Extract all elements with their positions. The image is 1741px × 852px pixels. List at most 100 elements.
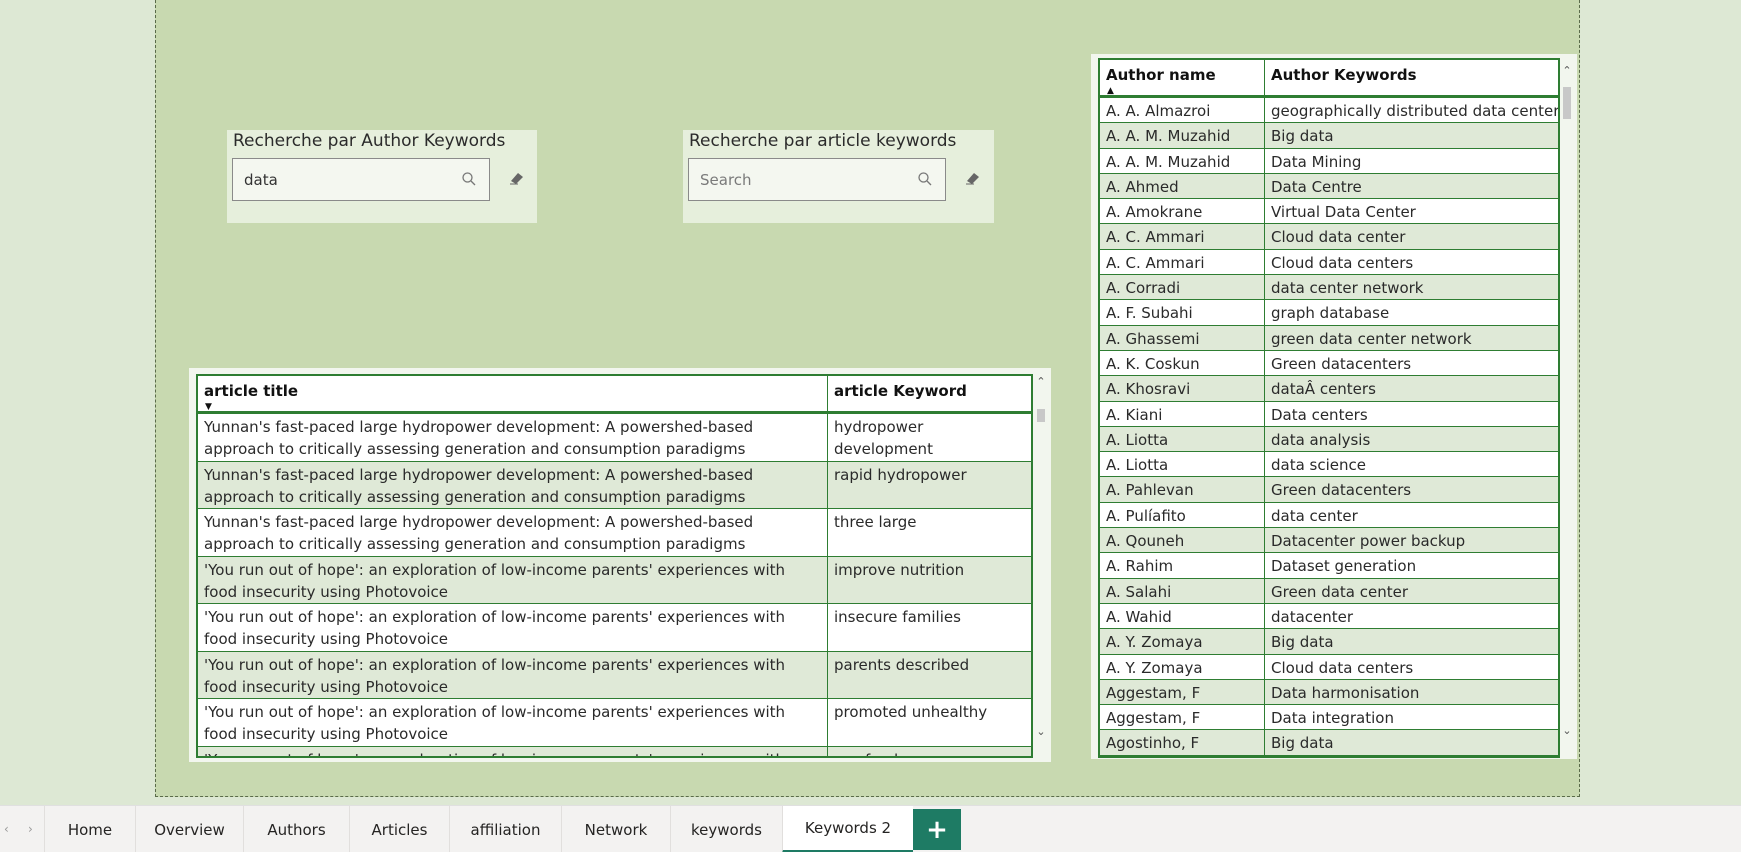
author-name-cell: Aggestam, F	[1106, 683, 1201, 702]
table-row[interactable]: A. Pahlevan Green datacenters	[1100, 477, 1558, 503]
author-keyword-cell: green data center network	[1264, 325, 1558, 350]
column-header-article-title[interactable]: article title ▼	[198, 376, 827, 412]
scroll-thumb[interactable]	[1563, 87, 1571, 119]
search-icon	[918, 172, 932, 186]
tab-articles[interactable]: Articles	[349, 806, 449, 852]
article-keyword-cell: promoted unhealthy	[827, 699, 1031, 746]
article-keywords-slicer: Recherche par article keywords Search	[683, 130, 994, 223]
authors-scrollbar[interactable]: ⌃ ⌄	[1561, 65, 1573, 745]
table-row[interactable]: A. Y. Zomaya Big data	[1100, 629, 1558, 655]
article-keyword-cell: insecure families	[827, 604, 1031, 651]
table-row[interactable]: A. Kiani Data centers	[1100, 401, 1558, 427]
author-name-cell: A. Pahlevan	[1106, 481, 1194, 500]
author-keyword-cell: graph database	[1264, 300, 1558, 325]
tab-prev-icon[interactable]: ‹	[4, 822, 9, 836]
add-page-button[interactable]: +	[913, 809, 961, 850]
author-name-cell: A. Wahid	[1106, 607, 1172, 626]
table-row[interactable]: A. Pulíafito data center	[1100, 502, 1558, 529]
table-row[interactable]: 'You run out of hope': an exploration of…	[198, 604, 1031, 652]
scroll-thumb[interactable]	[1037, 409, 1045, 422]
search-icon	[462, 172, 476, 186]
tab-home[interactable]: Home	[44, 806, 135, 852]
author-keywords-search-input[interactable]: data	[232, 158, 490, 201]
article-title-cell: Yunnan's fast-paced large hydropower dev…	[204, 513, 754, 553]
authors-table-visual: Author name ▲ Author Keywords A. A. Alma…	[1091, 54, 1577, 759]
table-row[interactable]: A. Rahim Dataset generation	[1100, 553, 1558, 579]
author-keyword-cell: Data integration	[1264, 705, 1558, 730]
table-row[interactable]: A. Qouneh Datacenter power backup	[1100, 528, 1558, 554]
table-row[interactable]: A. Y. Zomaya Cloud data centers	[1100, 654, 1558, 680]
table-row[interactable]: Agostinho, F Big data	[1100, 730, 1558, 756]
author-name-cell: A. A. M. Muzahid	[1106, 152, 1231, 171]
author-keyword-cell: Big data	[1264, 730, 1558, 755]
author-keyword-cell: Green datacenters	[1264, 350, 1558, 376]
author-keywords-slicer: Recherche par Author Keywords data	[227, 130, 537, 223]
author-keyword-cell: datacenter	[1264, 603, 1558, 629]
table-row[interactable]: 'You run out of hope': an exploration of…	[198, 699, 1031, 747]
author-name-cell: A. Corradi	[1106, 279, 1181, 298]
table-row[interactable]: A. A. M. Muzahid Data Mining	[1100, 148, 1558, 174]
author-keyword-cell: Data centers	[1264, 401, 1558, 426]
table-row[interactable]: 'You run out of hope': an exploration of…	[198, 556, 1031, 604]
tab-network[interactable]: Network	[561, 806, 670, 852]
author-name-cell: A. Ahmed	[1106, 177, 1179, 196]
tab-authors[interactable]: Authors	[243, 806, 349, 852]
table-row[interactable]: A. Salahi Green data center	[1100, 578, 1558, 604]
article-keyword-cell: three large	[827, 509, 1031, 556]
eraser-icon[interactable]	[964, 170, 982, 186]
author-keyword-cell: Big data	[1264, 629, 1558, 654]
article-title-cell: 'You run out of hope': an exploration of…	[204, 560, 786, 601]
author-keyword-cell: geographically distributed data centers	[1264, 98, 1558, 123]
table-row[interactable]: A. Amokrane Virtual Data Center	[1100, 199, 1558, 225]
table-row[interactable]: A. F. Subahi graph database	[1100, 300, 1558, 326]
table-row[interactable]: A. Corradi data center network	[1100, 275, 1558, 301]
table-row[interactable]: Aggestam, F Data harmonisation	[1100, 679, 1558, 706]
table-row[interactable]: A. A. M. Muzahid Big data	[1100, 123, 1558, 149]
author-keyword-cell: Data Mining	[1264, 148, 1558, 173]
table-row[interactable]: Yunnan's fast-paced large hydropower dev…	[198, 509, 1031, 557]
table-row[interactable]: A. C. Ammari Cloud data centers	[1100, 249, 1558, 276]
articles-scrollbar[interactable]: ⌃ ⌄	[1035, 376, 1047, 738]
table-row[interactable]: A. Liotta data analysis	[1100, 426, 1558, 453]
author-keyword-cell: dataÂ centers	[1264, 376, 1558, 401]
scroll-up-icon[interactable]: ⌃	[1035, 376, 1047, 388]
author-keyword-cell: Cloud data centers	[1264, 249, 1558, 275]
table-row[interactable]: A. Liotta data science	[1100, 452, 1558, 478]
author-name-cell: A. Rahim	[1106, 557, 1174, 576]
table-row[interactable]: 'You run out of hope': an exploration of…	[198, 651, 1031, 699]
scroll-up-icon[interactable]: ⌃	[1561, 65, 1573, 77]
table-row[interactable]: A. A. Almazroi geographically distributed…	[1100, 98, 1558, 124]
author-keyword-cell: Data Centre	[1264, 173, 1558, 199]
table-row[interactable]: A. Khosravi dataÂ centers	[1100, 376, 1558, 402]
author-name-cell: A. K. Coskun	[1106, 354, 1200, 373]
author-name-cell: A. Kiani	[1106, 405, 1163, 424]
articles-table-visual: article title ▼ article Keyword Yunnan's…	[189, 368, 1051, 762]
articles-table-header: article title ▼ article Keyword	[198, 376, 1031, 414]
author-name-cell: A. A. M. Muzahid	[1106, 127, 1231, 146]
table-row[interactable]: Yunnan's fast-paced large hydropower dev…	[198, 461, 1031, 509]
column-header-author-keywords[interactable]: Author Keywords	[1264, 60, 1558, 95]
table-row[interactable]: Yunnan's fast-paced large hydropower dev…	[198, 414, 1031, 462]
column-header-article-keyword[interactable]: article Keyword	[827, 376, 1031, 411]
author-keyword-cell: data center	[1264, 502, 1558, 528]
table-row[interactable]: A. C. Ammari Cloud data center	[1100, 224, 1558, 250]
authors-table: Author name ▲ Author Keywords A. A. Alma…	[1098, 58, 1560, 758]
table-row[interactable]: A. Ghassemi green data center network	[1100, 325, 1558, 351]
scroll-down-icon[interactable]: ⌄	[1035, 726, 1047, 738]
tab-next-icon[interactable]: ›	[28, 822, 33, 836]
table-row[interactable]: A. Ahmed Data Centre	[1100, 173, 1558, 200]
tab-affiliation[interactable]: affiliation	[449, 806, 561, 852]
tab-keywords-2[interactable]: Keywords 2	[782, 806, 913, 852]
column-header-author-name[interactable]: Author name ▲	[1100, 60, 1264, 96]
author-keyword-cell: Big data	[1264, 123, 1558, 148]
scroll-down-icon[interactable]: ⌄	[1561, 725, 1573, 737]
tab-overview[interactable]: Overview	[135, 806, 243, 852]
eraser-icon[interactable]	[508, 170, 526, 186]
article-keywords-search-input[interactable]: Search	[688, 158, 946, 201]
table-row[interactable]: Aggestam, F Data integration	[1100, 705, 1558, 731]
tab-keywords[interactable]: keywords	[670, 806, 782, 852]
table-row[interactable]: A. K. Coskun Green datacenters	[1100, 350, 1558, 377]
table-row[interactable]: 'You run out of hope': an exploration of…	[198, 746, 1031, 756]
author-name-cell: A. C. Ammari	[1106, 228, 1205, 247]
table-row[interactable]: A. Wahid datacenter	[1100, 603, 1558, 630]
